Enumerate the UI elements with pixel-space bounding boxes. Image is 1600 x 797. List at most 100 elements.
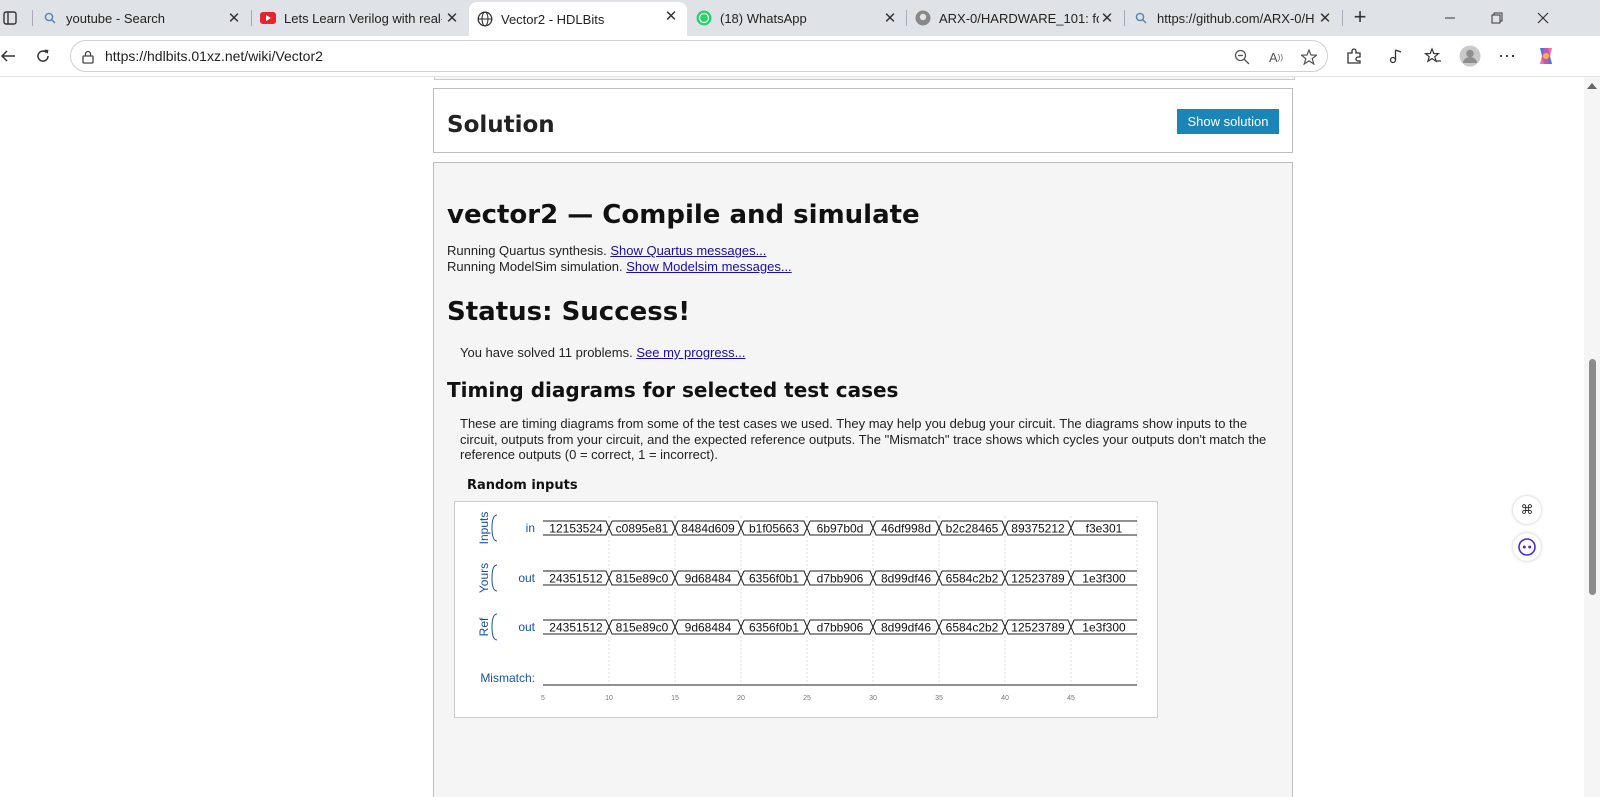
page-viewport: Solution Show solution vector2 — Compile… <box>0 77 1584 797</box>
solved-count-text: You have solved 11 problems. <box>460 345 633 360</box>
close-tab-icon[interactable]: ✕ <box>880 8 900 28</box>
mismatch-label: Mismatch: <box>480 671 535 685</box>
time-tick-label: 30 <box>869 695 877 702</box>
quartus-line: Running Quartus synthesis. Show Quartus … <box>447 243 766 258</box>
group-label: Ref <box>477 617 491 636</box>
scroll-thumb[interactable] <box>1589 359 1596 595</box>
search-icon <box>42 10 58 26</box>
media-control-icon[interactable] <box>1384 44 1408 68</box>
apps-grid-icon[interactable]: ⌘ <box>1513 496 1541 524</box>
time-tick-label: 5 <box>541 695 545 702</box>
bus-value: 815e89c0 <box>616 621 669 635</box>
address-bar[interactable]: https://hdlbits.01xz.net/wiki/Vector2 A)… <box>70 40 1328 72</box>
timing-diagram: Inputs in 12153524 c0895e81 8484d609 b1f05663… <box>454 501 1158 718</box>
time-tick-label: 10 <box>605 695 613 702</box>
close-tab-icon[interactable]: ✕ <box>1315 8 1335 28</box>
simulation-results-panel: vector2 — Compile and simulate Running Q… <box>433 162 1293 797</box>
tab-title: https://github.com/ARX-0/H <box>1157 10 1315 26</box>
quartus-status-text: Running Quartus synthesis. <box>447 243 607 258</box>
bus-value: 46df998d <box>881 522 931 536</box>
group-label: Yours <box>477 563 491 593</box>
show-modelsim-messages-link[interactable]: Show Modelsim messages... <box>626 259 791 274</box>
group-label: Inputs <box>477 512 491 545</box>
new-tab-button[interactable]: + <box>1348 6 1372 30</box>
tab-title: Vector2 - HDLBits <box>501 11 605 27</box>
refresh-button[interactable] <box>31 44 55 68</box>
see-progress-link[interactable]: See my progress... <box>636 345 745 360</box>
close-tab-icon[interactable]: ✕ <box>442 8 462 28</box>
url-text: https://hdlbits.01xz.net/wiki/Vector2 <box>105 48 323 64</box>
solution-panel: Solution Show solution <box>433 88 1293 153</box>
previous-section-bottom <box>434 77 1295 80</box>
youtube-icon <box>260 10 276 26</box>
vertical-scrollbar[interactable] <box>1584 77 1600 797</box>
time-tick-label: 25 <box>803 695 811 702</box>
bus-value: 1e3f300 <box>1082 621 1126 635</box>
minimize-button[interactable] <box>1430 6 1470 30</box>
close-tab-icon[interactable]: ✕ <box>224 8 244 28</box>
whatsapp-icon <box>696 10 712 26</box>
bus-value: 9d68484 <box>685 621 732 635</box>
bus-value: b1f05663 <box>749 522 799 536</box>
tab-strip: youtube - Search ✕ Lets Learn Verilog wi… <box>0 0 1600 36</box>
bus-value: d7bb906 <box>817 572 864 586</box>
progress-line: You have solved 11 problems. See my prog… <box>460 345 745 360</box>
show-quartus-messages-link[interactable]: Show Quartus messages... <box>610 243 766 258</box>
close-tab-icon[interactable]: ✕ <box>1097 8 1117 28</box>
restore-button[interactable] <box>1477 6 1517 30</box>
tab-youtube-search[interactable]: youtube - Search ✕ <box>34 4 250 32</box>
bus-value: 815e89c0 <box>616 572 669 586</box>
tab-youtube-verilog[interactable]: Lets Learn Verilog with real-t ✕ <box>252 4 468 32</box>
time-tick-label: 15 <box>671 695 679 702</box>
favorites-icon[interactable] <box>1421 44 1445 68</box>
tab-github-hardware[interactable]: ARX-0/HARDWARE_101: foll ✕ <box>907 4 1123 32</box>
assistant-face-icon[interactable] <box>1513 533 1541 561</box>
sidebar-toggle-button[interactable] <box>0 4 28 32</box>
extensions-icon[interactable] <box>1342 44 1366 68</box>
sidebar-icon <box>2 10 18 26</box>
bus-value: b2c28465 <box>946 522 999 536</box>
timing-diagram-svg: Inputs in 12153524 c0895e81 8484d609 b1f05663… <box>477 512 1138 702</box>
favorite-star-icon[interactable] <box>1298 46 1320 68</box>
tab-vector2-hdlbits[interactable]: Vector2 - HDLBits ✕ <box>469 2 687 36</box>
time-tick-label: 45 <box>1067 695 1075 702</box>
copilot-icon[interactable] <box>1534 44 1558 68</box>
tab-github-url[interactable]: https://github.com/ARX-0/H ✕ <box>1125 4 1341 32</box>
close-tab-icon[interactable]: ✕ <box>661 6 681 26</box>
tab-title: Lets Learn Verilog with real-t <box>284 10 442 26</box>
tab-whatsapp[interactable]: (18) WhatsApp ✕ <box>688 4 906 32</box>
modelsim-status-text: Running ModelSim simulation. <box>447 259 623 274</box>
solution-heading: Solution <box>447 112 555 138</box>
group-bracket <box>491 514 498 542</box>
back-button[interactable] <box>0 44 20 68</box>
bus-value: 89375212 <box>1011 522 1065 536</box>
group-bracket <box>491 613 498 641</box>
scroll-up-arrow[interactable] <box>1587 83 1597 89</box>
zoom-out-icon[interactable] <box>1231 46 1253 68</box>
lock-icon[interactable] <box>77 46 99 68</box>
globe-icon <box>477 11 493 27</box>
signal-name: out <box>518 620 535 634</box>
bus-value: f3e301 <box>1086 522 1123 536</box>
bus-value: 12523789 <box>1011 572 1065 586</box>
time-tick-label: 20 <box>737 695 745 702</box>
bus-value: c0895e81 <box>616 522 669 536</box>
bus-value: 9d68484 <box>685 572 732 586</box>
bus-value: 24351512 <box>549 621 603 635</box>
more-options-icon[interactable]: ⋯ <box>1495 44 1519 68</box>
status-heading: Status: Success! <box>447 297 691 327</box>
tab-title: youtube - Search <box>66 10 166 26</box>
bus-value: 1e3f300 <box>1082 572 1126 586</box>
group-bracket <box>491 564 498 592</box>
bus-value: 24351512 <box>549 572 603 586</box>
address-toolbar: https://hdlbits.01xz.net/wiki/Vector2 A)… <box>0 36 1600 77</box>
profile-avatar-icon[interactable] <box>1458 44 1482 68</box>
show-solution-button[interactable]: Show solution <box>1177 109 1279 134</box>
bus-value: 6356f0b1 <box>749 572 799 586</box>
github-icon <box>915 10 931 26</box>
simulate-heading: vector2 — Compile and simulate <box>447 200 920 230</box>
timing-description: These are timing diagrams from some of t… <box>460 416 1267 462</box>
close-window-button[interactable] <box>1523 6 1563 30</box>
random-inputs-heading: Random inputs <box>467 478 578 493</box>
read-aloud-icon[interactable]: A)) <box>1265 46 1287 68</box>
